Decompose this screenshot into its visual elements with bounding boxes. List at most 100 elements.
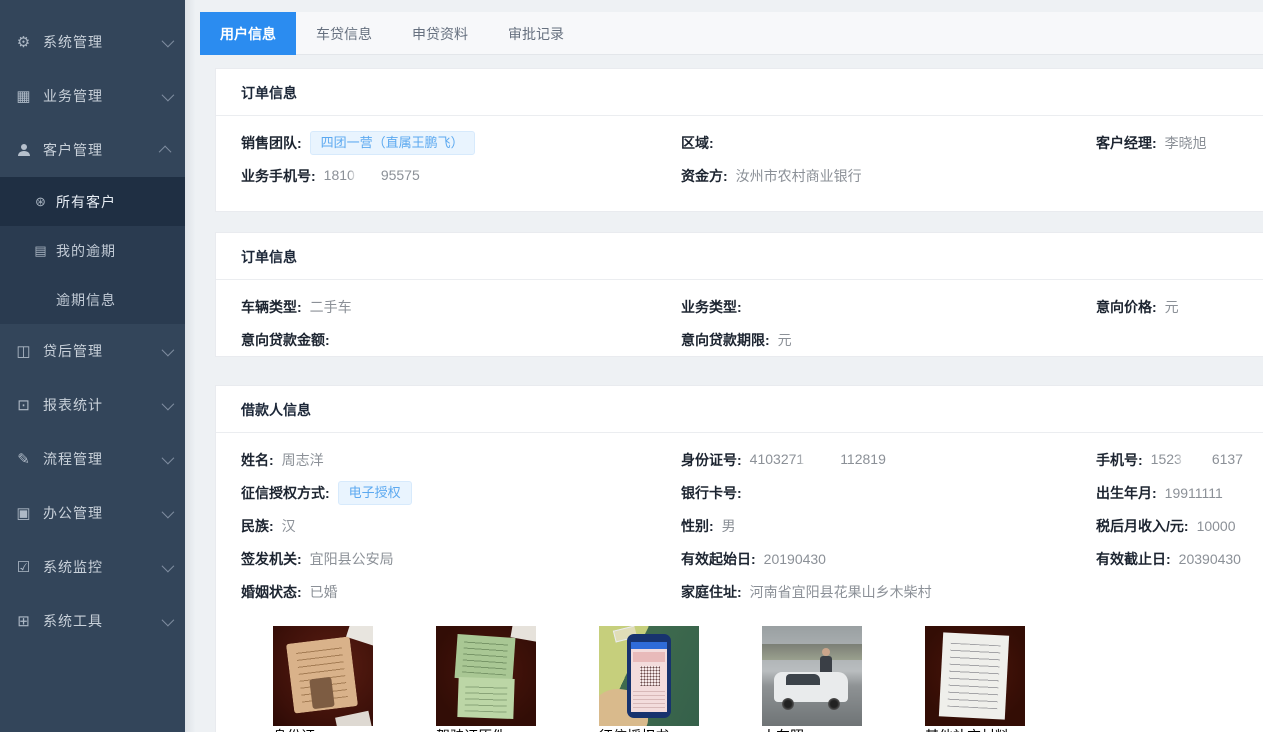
book-icon: ◫ (15, 343, 32, 360)
tab-loan-application-docs[interactable]: 申贷资料 (392, 12, 488, 55)
document-icon: ▤ (33, 243, 48, 258)
sidebar-item-overdue-info[interactable]: 逾期信息 (0, 275, 185, 324)
sidebar-item-business-management[interactable]: ▦ 业务管理 (0, 69, 185, 123)
card-title: 订单信息 (216, 69, 1263, 116)
field-label: 业务手机号: (241, 166, 316, 186)
sidebar-item-system-tools[interactable]: ⊞ 系统工具 (0, 594, 185, 648)
redaction-mask (805, 453, 839, 468)
field-value: 周志洋 (282, 450, 324, 470)
chevron-down-icon (162, 613, 175, 626)
sidebar-item-system-monitor[interactable]: ☑ 系统监控 (0, 540, 185, 594)
card-title: 订单信息 (216, 233, 1263, 280)
photo-caption: 驾驶证原件 (436, 728, 506, 732)
sidebar: ⚙ 系统管理 ▦ 业务管理 客户管理 ⊛ 所有客户 ▤ 我的逾期 (0, 0, 185, 732)
sidebar-item-office-management[interactable]: ▣ 办公管理 (0, 486, 185, 540)
field-region: 区域: (681, 126, 1096, 159)
field-credit-auth: 征信授权方式: 电子授权 (241, 476, 681, 509)
field-value: 已婚 (310, 582, 338, 602)
sidebar-item-report-statistics[interactable]: ⊡ 报表统计 (0, 378, 185, 432)
person-with-car-photo-thumbnail[interactable] (762, 626, 862, 726)
tab-approval-records[interactable]: 审批记录 (488, 12, 584, 55)
clipboard-icon: ✎ (15, 451, 32, 468)
sidebar-item-my-overdue[interactable]: ▤ 我的逾期 (0, 226, 185, 275)
grid-icon: ▦ (15, 88, 32, 105)
field-label: 家庭住址: (681, 582, 742, 602)
tab-car-loan-info[interactable]: 车贷信息 (296, 12, 392, 55)
sales-team-tag[interactable]: 四团一营（直属王鹏飞） (310, 131, 475, 155)
user-icon (15, 142, 32, 159)
field-birth-date: 出生年月: 19911111 (1096, 476, 1253, 509)
field-label: 业务类型: (681, 297, 742, 317)
field-label: 客户经理: (1096, 133, 1157, 153)
sidebar-item-label: 逾期信息 (56, 290, 116, 310)
field-value: 181095575 (324, 167, 420, 184)
tab-bar: 用户信息 车贷信息 申贷资料 审批记录 (200, 12, 1263, 55)
field-id-number: 身份证号: 4103271112819 (681, 443, 1096, 476)
sidebar-item-label: 系统工具 (43, 611, 162, 631)
field-loan-amount: 意向贷款金额: (241, 323, 681, 356)
field-label: 资金方: (681, 166, 728, 186)
photo-caption: 其他补充材料 (925, 728, 1009, 732)
credit-auth-qr-photo-thumbnail[interactable] (599, 626, 699, 726)
field-value: 10000 (1197, 518, 1236, 534)
field-sales-team: 销售团队: 四团一营（直属王鹏飞） (241, 126, 681, 159)
field-label: 销售团队: (241, 133, 302, 153)
field-label: 有效截止日: (1096, 549, 1171, 569)
field-label: 姓名: (241, 450, 274, 470)
field-value: 15236137 (1151, 451, 1243, 468)
field-label: 民族: (241, 516, 274, 536)
chevron-down-icon (162, 505, 175, 518)
monitor-icon: ⊡ (15, 397, 32, 414)
chevron-down-icon (162, 451, 175, 464)
sidebar-item-system-management[interactable]: ⚙ 系统管理 (0, 15, 185, 69)
field-value: 李晓旭 (1165, 133, 1207, 153)
field-label: 征信授权方式: (241, 483, 330, 503)
field-label: 区域: (681, 133, 714, 153)
field-monthly-income: 税后月收入/元: 10000 (1096, 509, 1253, 542)
other-document-photo-thumbnail[interactable] (925, 626, 1025, 726)
photo-caption: 征信授权书 (599, 728, 669, 732)
sidebar-item-label: 办公管理 (43, 503, 162, 523)
office-icon: ▣ (15, 505, 32, 522)
field-business-phone: 业务手机号: 181095575 (241, 159, 681, 192)
credit-auth-tag: 电子授权 (338, 481, 412, 505)
field-label: 银行卡号: (681, 483, 742, 503)
sidebar-item-label: 流程管理 (43, 449, 162, 469)
field-customer-manager: 客户经理: 李晓旭 (1096, 126, 1253, 159)
field-home-address: 家庭住址: 河南省宜阳县花果山乡木柴村 (681, 575, 1096, 608)
app-window: ⚙ 系统管理 ▦ 业务管理 客户管理 ⊛ 所有客户 ▤ 我的逾期 (0, 0, 1263, 732)
sidebar-item-label: 系统管理 (43, 32, 162, 52)
sidebar-item-customer-management[interactable]: 客户管理 (0, 123, 185, 177)
field-value: 元 (1165, 297, 1179, 317)
id-card-photo-thumbnail[interactable] (273, 626, 373, 726)
field-label: 身份证号: (681, 450, 742, 470)
field-value: 元 (778, 330, 792, 350)
field-funder: 资金方: 汝州市农村商业银行 (681, 159, 1096, 192)
loan-intent-card: 订单信息 车辆类型: 二手车 业务类型: 意向价格: 元 (215, 232, 1263, 357)
sidebar-item-postloan-management[interactable]: ◫ 贷后管理 (0, 324, 185, 378)
field-valid-from: 有效起始日: 20190430 (681, 542, 1096, 575)
license-booklet-photo-thumbnail[interactable] (436, 626, 536, 726)
document-photos: 身份证 驾驶证原件 征信授权书 (273, 626, 1263, 732)
customer-management-submenu: ⊛ 所有客户 ▤ 我的逾期 逾期信息 (0, 177, 185, 324)
sidebar-item-process-management[interactable]: ✎ 流程管理 (0, 432, 185, 486)
field-label: 意向价格: (1096, 297, 1157, 317)
field-value: 汝州市农村商业银行 (736, 166, 862, 186)
field-label: 性别: (681, 516, 714, 536)
main-content: 用户信息 车贷信息 申贷资料 审批记录 订单信息 销售团队: 四团一营（直属王鹏… (200, 0, 1263, 732)
sidebar-item-label: 所有客户 (56, 192, 116, 212)
chevron-down-icon (162, 397, 175, 410)
photo-caption: 身份证 (273, 728, 315, 732)
sidebar-item-all-customers[interactable]: ⊛ 所有客户 (0, 177, 185, 226)
tab-user-info[interactable]: 用户信息 (200, 12, 296, 55)
sidebar-item-label: 贷后管理 (43, 341, 162, 361)
field-label: 意向贷款期限: (681, 330, 770, 350)
sidebar-item-label: 报表统计 (43, 395, 162, 415)
field-valid-to: 有效截止日: 20390430 (1096, 542, 1253, 575)
field-value: 19911111 (1165, 485, 1223, 501)
field-label: 婚姻状态: (241, 582, 302, 602)
field-intent-price: 意向价格: 元 (1096, 290, 1253, 323)
field-value: 河南省宜阳县花果山乡木柴村 (750, 582, 932, 602)
field-value: 20190430 (764, 551, 826, 567)
field-gender: 性别: 男 (681, 509, 1096, 542)
